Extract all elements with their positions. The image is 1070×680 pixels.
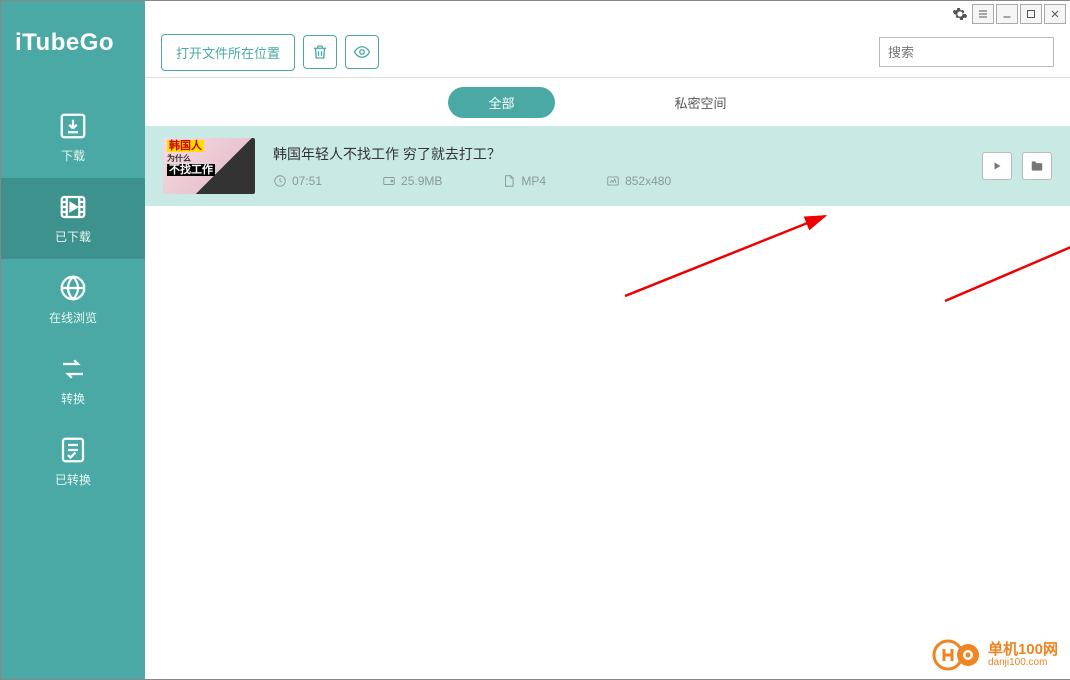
sidebar-item-label: 转换 — [61, 390, 85, 407]
tabs: 全部 私密空间 — [145, 78, 1070, 126]
minimize-icon — [1001, 8, 1013, 20]
meta-resolution: 852x480 — [606, 174, 671, 188]
annotation-arrow — [935, 201, 1070, 311]
disk-icon — [382, 174, 396, 188]
maximize-icon — [1025, 8, 1037, 20]
sidebar-item-label: 已转换 — [55, 471, 91, 488]
settings-button[interactable] — [950, 4, 970, 24]
maximize-button[interactable] — [1020, 4, 1042, 24]
sidebar-item-downloaded[interactable]: 已下载 — [1, 178, 145, 259]
converted-icon — [58, 435, 88, 465]
tab-private[interactable]: 私密空间 — [635, 87, 767, 118]
watermark-logo — [932, 637, 982, 673]
file-icon — [502, 174, 516, 188]
play-icon — [991, 160, 1003, 172]
watermark-url: danji100.com — [988, 657, 1058, 668]
sidebar-item-label: 已下载 — [55, 228, 91, 245]
annotation-arrow — [615, 206, 845, 306]
folder-button[interactable] — [1022, 152, 1052, 180]
convert-icon — [58, 354, 88, 384]
trash-icon — [311, 43, 329, 61]
item-title: 韩国年轻人不找工作 穷了就去打工？ — [273, 144, 982, 164]
sidebar-item-browse[interactable]: 在线浏览 — [1, 259, 145, 340]
sidebar-item-converted[interactable]: 已转换 — [1, 421, 145, 502]
watermark-title: 单机100网 — [988, 642, 1058, 657]
sidebar-item-label: 下载 — [61, 147, 85, 164]
resolution-icon — [606, 174, 620, 188]
preview-button[interactable] — [345, 35, 379, 69]
folder-icon — [1030, 159, 1044, 173]
sidebar-item-label: 在线浏览 — [49, 309, 97, 326]
titlebar — [145, 1, 1070, 27]
download-icon — [58, 111, 88, 141]
globe-icon — [58, 273, 88, 303]
thumbnail: 韩国人 为什么 不找工作 — [163, 138, 255, 194]
menu-icon — [977, 8, 989, 20]
clock-icon — [273, 174, 287, 188]
app-logo: iTubeGo — [1, 1, 145, 57]
sidebar: iTubeGo 下载 已下载 在线浏览 转换 已转换 — [1, 1, 145, 679]
tab-all[interactable]: 全部 — [448, 87, 554, 118]
item-meta: 07:51 25.9MB MP4 852x480 — [273, 174, 982, 188]
film-icon — [58, 192, 88, 222]
menu-button[interactable] — [972, 4, 994, 24]
thumb-text: 韩国人 — [167, 140, 204, 152]
sidebar-nav: 下载 已下载 在线浏览 转换 已转换 — [1, 97, 145, 502]
item-info: 韩国年轻人不找工作 穷了就去打工？ 07:51 25.9MB MP4 852x4… — [273, 144, 982, 188]
close-icon — [1049, 8, 1061, 20]
sidebar-item-download[interactable]: 下载 — [1, 97, 145, 178]
meta-duration: 07:51 — [273, 174, 322, 188]
delete-button[interactable] — [303, 35, 337, 69]
thumb-text: 不找工作 — [167, 164, 215, 176]
download-item[interactable]: 韩国人 为什么 不找工作 韩国年轻人不找工作 穷了就去打工？ 07:51 25.… — [145, 126, 1070, 206]
item-actions — [982, 152, 1052, 180]
thumb-text: 为什么 — [167, 154, 191, 163]
watermark: 单机100网 danji100.com — [932, 637, 1058, 673]
play-button[interactable] — [982, 152, 1012, 180]
eye-icon — [353, 43, 371, 61]
sidebar-item-convert[interactable]: 转换 — [1, 340, 145, 421]
meta-size: 25.9MB — [382, 174, 442, 188]
search-input[interactable] — [879, 37, 1054, 67]
toolbar: 打开文件所在位置 — [145, 27, 1070, 77]
open-location-button[interactable]: 打开文件所在位置 — [161, 34, 295, 71]
minimize-button[interactable] — [996, 4, 1018, 24]
main-area: 打开文件所在位置 全部 私密空间 韩国人 为什么 不找工作 韩国年轻人不找工作 … — [145, 1, 1070, 679]
gear-icon — [952, 6, 968, 22]
meta-format: MP4 — [502, 174, 546, 188]
close-button[interactable] — [1044, 4, 1066, 24]
